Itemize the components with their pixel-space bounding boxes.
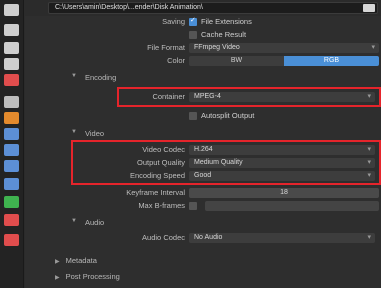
encoding-speed-label: Encoding Speed: [129, 171, 185, 180]
autosplit-checkbox[interactable]: [189, 112, 197, 120]
video-codec-row: Video Codec H.264: [25, 144, 381, 156]
cache-result-row: Cache Result: [25, 29, 381, 41]
output-properties-panel: Saving File Extensions Cache Result File…: [25, 16, 381, 288]
output-quality-value: Medium Quality: [194, 159, 243, 166]
video-codec-value: H.264: [194, 146, 213, 153]
modifier-icon[interactable]: [4, 128, 19, 140]
scene-icon[interactable]: [4, 58, 19, 70]
max-bframes-field[interactable]: [205, 201, 379, 211]
file-extensions-label: File Extensions: [201, 17, 252, 26]
cache-result-label: Cache Result: [201, 30, 247, 39]
max-bframes-checkbox[interactable]: [189, 202, 197, 210]
world-icon[interactable]: [4, 74, 19, 86]
cache-result-checkbox[interactable]: [189, 31, 197, 39]
view-layer-icon[interactable]: [4, 42, 19, 54]
video-section-header[interactable]: ▼ Video: [25, 128, 381, 140]
audio-title: Audio: [85, 218, 105, 227]
data-icon[interactable]: [4, 196, 19, 208]
collapse-arrow-icon: ▼: [71, 73, 77, 79]
encoding-speed-value: Good: [194, 172, 212, 179]
metadata-title: Metadata: [65, 256, 97, 265]
color-row: Color BW RGB: [25, 55, 381, 67]
collection-icon[interactable]: [4, 96, 19, 108]
output-quality-label: Output Quality: [137, 158, 185, 167]
material-icon[interactable]: [4, 214, 19, 226]
folder-icon[interactable]: [363, 4, 375, 12]
container-dropdown[interactable]: MPEG-4: [189, 92, 375, 102]
encoding-speed-dropdown[interactable]: Good: [189, 171, 375, 181]
output-path-field[interactable]: C:\Users\amin\Desktop\...ender\Disk Anim…: [48, 2, 378, 14]
autosplit-row: Autosplit Output: [25, 110, 381, 122]
keyframe-interval-label: Keyframe Interval: [126, 188, 185, 197]
particles-icon[interactable]: [4, 144, 19, 156]
constraints-icon[interactable]: [4, 178, 19, 190]
file-format-dropdown[interactable]: FFmpeg Video: [189, 43, 379, 53]
expand-arrow-icon: ▶: [55, 275, 60, 281]
file-format-value: FFmpeg Video: [194, 44, 240, 51]
expand-arrow-icon: ▶: [55, 259, 60, 265]
autosplit-label: Autosplit Output: [201, 111, 255, 120]
container-row: Container MPEG-4: [25, 91, 381, 103]
video-codec-label: Video Codec: [142, 145, 185, 154]
file-format-label: File Format: [147, 43, 185, 52]
physics-icon[interactable]: [4, 160, 19, 172]
keyframe-interval-value: 18: [280, 189, 288, 196]
file-extensions-checkbox[interactable]: [189, 16, 197, 26]
audio-codec-dropdown[interactable]: No Audio: [189, 233, 375, 243]
texture-icon[interactable]: [4, 234, 19, 246]
collapse-arrow-icon: ▼: [71, 218, 77, 224]
saving-label: Saving: [162, 17, 185, 26]
container-value: MPEG-4: [194, 93, 221, 100]
audio-codec-label: Audio Codec: [142, 233, 185, 242]
audio-codec-row: Audio Codec No Audio: [25, 232, 381, 244]
properties-tab-bar: [0, 0, 24, 288]
output-quality-row: Output Quality Medium Quality: [25, 157, 381, 169]
audio-section-header[interactable]: ▼ Audio: [25, 217, 381, 229]
output-quality-dropdown[interactable]: Medium Quality: [189, 158, 375, 168]
collapse-arrow-icon: ▼: [71, 129, 77, 135]
encoding-title: Encoding: [85, 73, 117, 82]
audio-codec-value: No Audio: [194, 234, 223, 241]
keyframe-interval-field[interactable]: 18: [189, 188, 379, 198]
max-bframes-label: Max B-frames: [138, 201, 185, 210]
output-path-value: C:\Users\amin\Desktop\...ender\Disk Anim…: [55, 4, 203, 11]
post-processing-panel-header[interactable]: ▶ Post Processing: [55, 272, 120, 284]
output-icon[interactable]: [4, 24, 19, 36]
encoding-speed-row: Encoding Speed Good: [25, 170, 381, 182]
video-codec-dropdown[interactable]: H.264: [189, 145, 375, 155]
color-rgb-option[interactable]: RGB: [284, 56, 379, 66]
encoding-section-header[interactable]: ▼ Encoding: [25, 72, 381, 84]
metadata-panel-header[interactable]: ▶ Metadata: [55, 256, 97, 268]
color-bw-option[interactable]: BW: [189, 56, 284, 66]
color-mode-toggle: BW RGB: [189, 56, 379, 66]
file-format-row: File Format FFmpeg Video: [25, 42, 381, 54]
max-bframes-row: Max B-frames: [25, 200, 381, 212]
render-icon[interactable]: [4, 4, 19, 16]
object-icon[interactable]: [4, 112, 19, 124]
saving-row: Saving File Extensions: [25, 16, 381, 28]
video-title: Video: [85, 129, 105, 138]
post-processing-title: Post Processing: [65, 272, 120, 281]
container-label: Container: [152, 92, 185, 101]
color-label: Color: [167, 56, 185, 65]
keyframe-interval-row: Keyframe Interval 18: [25, 187, 381, 199]
